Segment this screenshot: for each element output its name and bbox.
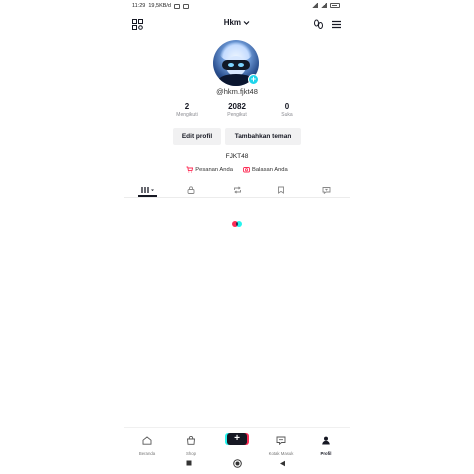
inbox-icon	[276, 432, 286, 449]
repost-icon	[233, 181, 242, 199]
nav-inbox[interactable]: Kotak Masuk	[264, 432, 298, 456]
tab-saved[interactable]	[266, 182, 296, 197]
bookmark-icon	[277, 181, 285, 199]
profile-stats: 2 Mengikuti 2082 Pengikut 0 Suka	[167, 102, 307, 122]
camera-icon	[243, 166, 250, 175]
nav-home[interactable]: Beranda	[130, 432, 164, 456]
edit-profile-button[interactable]: Edit profil	[173, 128, 221, 145]
phone-screen: 11:29 19,5KB/d Hkm + @hkm.fjkt48 2 Mengi…	[124, 0, 350, 474]
nav-profile[interactable]: Profil	[309, 432, 343, 456]
trash-icon	[183, 3, 189, 9]
stat-value: 2	[184, 102, 190, 111]
stat-likes[interactable]: 0 Suka	[267, 102, 307, 122]
home-icon	[142, 432, 152, 449]
content-tabs	[124, 182, 350, 198]
profile-bio: FJKT48	[225, 153, 249, 160]
recents-square-icon[interactable]	[183, 458, 195, 468]
create-button[interactable]: +	[227, 433, 247, 445]
status-bar: 11:29 19,5KB/d	[124, 3, 350, 12]
stat-label: Mengikuti	[176, 112, 198, 118]
menu-icon[interactable]	[329, 17, 343, 31]
profile-links: Pesanan Anda Balasan Anda	[124, 165, 350, 175]
orders-label: Pesanan Anda	[195, 167, 233, 173]
shop-icon	[186, 432, 196, 449]
profile-username: @hkm.fjkt48	[216, 87, 258, 96]
home-circle-icon[interactable]	[231, 458, 243, 468]
active-tab-indicator	[138, 195, 157, 197]
nav-shop[interactable]: Shop	[174, 432, 208, 456]
back-triangle-icon[interactable]	[276, 458, 288, 468]
orders-link[interactable]: Pesanan Anda	[186, 165, 233, 175]
stat-value: 0	[284, 102, 290, 111]
account-name: Hkm	[223, 18, 242, 27]
stat-followers[interactable]: 2082 Pengikut	[217, 102, 257, 122]
profile-avatar[interactable]: +	[213, 40, 259, 86]
system-nav-bar	[124, 455, 350, 471]
chevron-down-icon	[243, 19, 250, 26]
stat-label: Pengikut	[227, 112, 247, 118]
battery-icon	[330, 3, 340, 8]
tab-liked[interactable]	[311, 182, 341, 197]
footprint-icon[interactable]	[311, 17, 325, 31]
replies-link[interactable]: Balasan Anda	[243, 165, 288, 175]
liked-icon	[322, 181, 331, 199]
cart-icon	[186, 166, 194, 175]
lock-icon	[187, 181, 195, 199]
plus-icon: +	[234, 433, 240, 444]
wifi-icon	[321, 3, 327, 8]
replies-label: Balasan Anda	[251, 167, 288, 173]
stat-label: Suka	[281, 112, 293, 118]
stat-value: 2082	[228, 102, 246, 111]
profile-icon	[321, 432, 331, 449]
bottom-nav: Beranda Shop + Kotak Masuk Profil	[124, 427, 350, 456]
notification-icon	[174, 3, 180, 9]
tab-private[interactable]	[176, 182, 206, 197]
network-speed: 19,5KB/d	[148, 3, 171, 9]
status-time: 11:29	[132, 3, 146, 9]
add-photo-plus-icon[interactable]: +	[248, 74, 259, 85]
add-friends-button[interactable]: Tambahkan teman	[225, 128, 301, 145]
signal-icon	[312, 3, 318, 8]
tab-reposts[interactable]	[222, 182, 252, 197]
stat-following[interactable]: 2 Mengikuti	[167, 102, 207, 122]
top-bar: Hkm	[124, 16, 350, 32]
loading-spinner	[232, 221, 243, 227]
